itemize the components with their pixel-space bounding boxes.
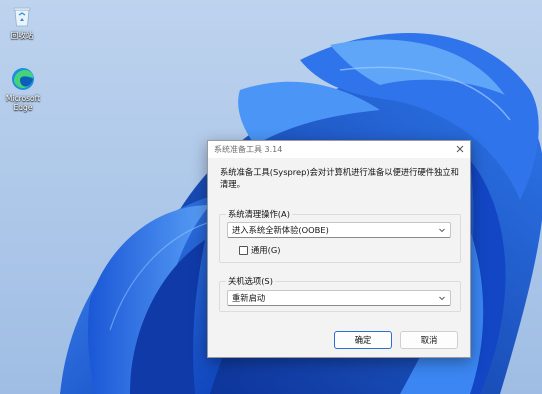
generalize-checkbox[interactable] xyxy=(239,245,248,255)
dialog-titlebar[interactable]: 系统准备工具 3.14 xyxy=(208,141,470,158)
shutdown-options-label: 关机选项(S) xyxy=(226,276,275,287)
edge-label: Microsoft Edge xyxy=(5,94,41,112)
cleanup-action-group: 系统清理操作(A) 进入系统全新体验(OOBE) 通用(G) xyxy=(219,209,461,263)
recycle-bin-icon xyxy=(13,7,31,27)
dialog-title: 系统准备工具 3.14 xyxy=(214,145,283,154)
cancel-button[interactable]: 取消 xyxy=(400,331,458,349)
chevron-down-icon xyxy=(439,296,445,301)
generalize-option[interactable]: 通用(G) xyxy=(239,244,281,256)
dialog-description: 系统准备工具(Sysprep)会对计算机进行准备以便进行硬件独立和清理。 xyxy=(220,167,459,189)
cleanup-action-value: 进入系统全新体验(OOBE) xyxy=(232,225,329,235)
cleanup-action-label: 系统清理操作(A) xyxy=(226,209,292,220)
recycle-bin-label: 回收站 xyxy=(10,31,34,40)
recycle-bin-shortcut[interactable]: 回收站 xyxy=(0,3,44,40)
shutdown-options-value: 重新启动 xyxy=(232,293,266,303)
close-icon xyxy=(456,145,464,153)
sysprep-dialog: 系统准备工具 3.14 系统准备工具(Sysprep)会对计算机进行准备以便进行… xyxy=(207,140,471,358)
generalize-label: 通用(G) xyxy=(251,245,281,255)
close-button[interactable] xyxy=(454,143,466,155)
shutdown-options-select[interactable]: 重新启动 xyxy=(227,290,451,306)
chevron-down-icon xyxy=(439,228,445,233)
cleanup-action-select[interactable]: 进入系统全新体验(OOBE) xyxy=(227,222,451,238)
ok-button[interactable]: 确定 xyxy=(334,331,392,349)
edge-shortcut[interactable]: Microsoft Edge xyxy=(1,66,45,112)
shutdown-options-group: 关机选项(S) 重新启动 xyxy=(219,276,461,312)
edge-icon xyxy=(12,68,34,90)
